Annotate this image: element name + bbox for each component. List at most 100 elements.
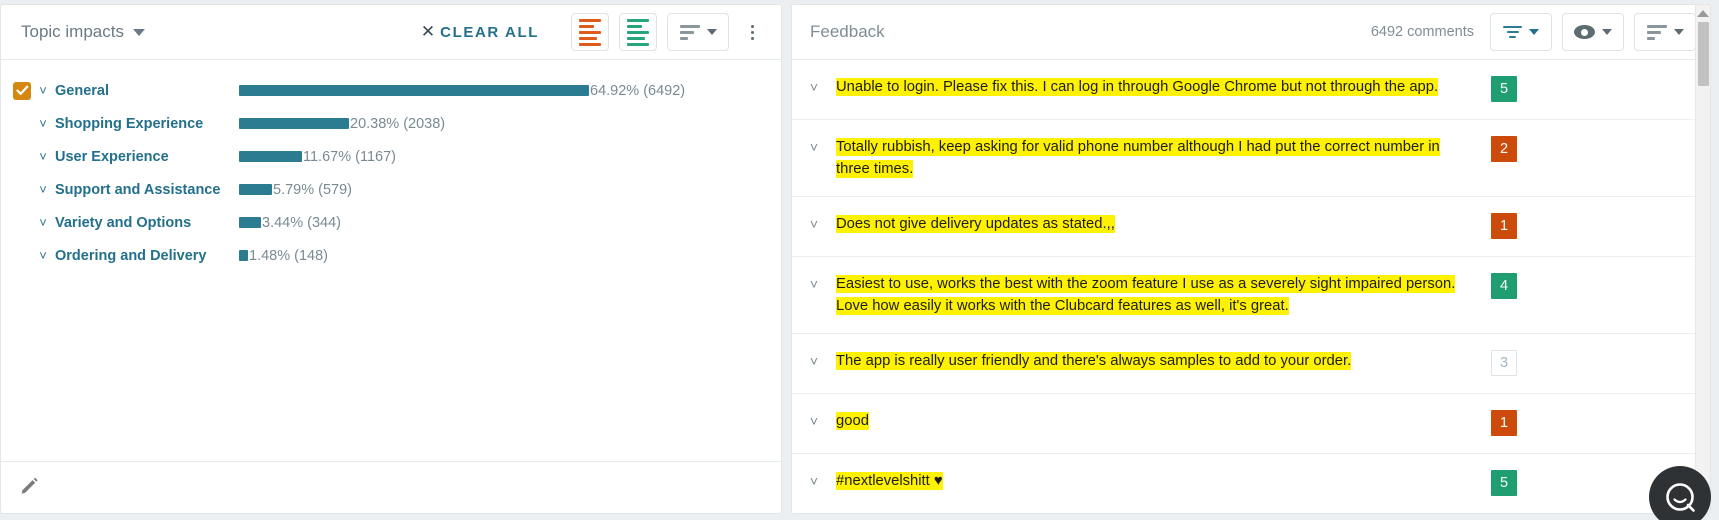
topic-row[interactable]: ˅ Shopping Experience 20.38% (2038) (1, 107, 781, 140)
topic-bar-label: 20.38% (2038) (350, 115, 446, 132)
negative-bars-icon (579, 18, 601, 46)
status-badge: 1 (1491, 213, 1517, 239)
eye-pupil (1581, 28, 1588, 36)
list-item[interactable]: ˅ Does not give delivery updates as stat… (792, 197, 1710, 257)
chevron-down-icon (1602, 29, 1612, 35)
pencil-icon[interactable] (19, 474, 41, 501)
topic-bar-wrapper: 64.92% (6492) (239, 83, 685, 99)
expand-chevron-icon[interactable]: ˅ (792, 470, 836, 491)
scroll-up-arrow[interactable] (1697, 10, 1709, 17)
topic-bar (239, 151, 302, 162)
kebab-menu-icon (750, 30, 754, 34)
chevron-down-icon (1673, 29, 1684, 35)
list-item[interactable]: ˅ Easiest to use, works the best with th… (792, 257, 1710, 334)
topic-bar (239, 217, 261, 228)
feedback-sort-button[interactable] (1634, 13, 1696, 51)
topic-label: Ordering and Delivery (55, 247, 207, 264)
topic-checkbox-general[interactable] (13, 81, 31, 100)
status-badge: 2 (1491, 136, 1517, 162)
chevron-down-icon[interactable]: ˅ (35, 150, 51, 163)
topic-bar-label: 1.48% (148) (249, 247, 328, 264)
chevron-down-icon[interactable]: ˅ (35, 117, 51, 130)
chat-widget-button[interactable] (1649, 466, 1711, 520)
clear-all-button[interactable]: ✕ CLEAR ALL (421, 22, 539, 42)
chevron-down-icon[interactable]: ˅ (35, 249, 51, 262)
status-badge: 4 (1491, 273, 1517, 299)
negative-bars-button[interactable] (571, 13, 609, 51)
filter-button[interactable] (1490, 13, 1552, 51)
topic-bar-wrapper: 20.38% (2038) (239, 116, 445, 132)
topic-row[interactable]: ˅ General 64.92% (6492) (1, 74, 781, 107)
topic-row[interactable]: ˅ Ordering and Delivery 1.48% (148) (1, 239, 781, 272)
visibility-button[interactable] (1562, 13, 1624, 51)
comment-text: #nextlevelshitt ♥ (836, 470, 1491, 492)
topic-bar (239, 250, 248, 261)
comment-highlight: Easiest to use, works the best with the … (836, 275, 1456, 315)
topic-row[interactable]: ˅ Variety and Options 3.44% (344) (1, 206, 781, 239)
clear-all-label: CLEAR ALL (440, 23, 539, 41)
expand-chevron-icon[interactable]: ˅ (792, 410, 836, 431)
topic-bar (239, 85, 589, 96)
topic-impacts-selector-label: Topic impacts (21, 22, 124, 41)
kebab-menu-button[interactable] (737, 13, 767, 51)
expand-chevron-icon[interactable]: ˅ (792, 76, 836, 97)
topic-row[interactable]: ˅ Support and Assistance 5.79% (579) (1, 173, 781, 206)
comment-text: Easiest to use, works the best with the … (836, 273, 1491, 317)
list-item[interactable]: ˅ Unable to login. Please fix this. I ca… (792, 60, 1710, 120)
chevron-down-icon (706, 29, 717, 35)
comment-highlight: Unable to login. Please fix this. I can … (836, 78, 1439, 96)
topic-impacts-chart: ˅ General 64.92% (6492) ˅ Shopping Exper… (1, 60, 781, 461)
topic-bar-label: 5.79% (579) (273, 181, 352, 198)
topic-bar-label: 64.92% (6492) (590, 82, 686, 99)
filter-funnel-icon (1503, 25, 1522, 39)
topic-bar-wrapper: 11.67% (1167) (239, 149, 396, 165)
status-badge: 5 (1491, 76, 1517, 102)
chevron-down-icon (132, 28, 145, 36)
chevron-down-icon[interactable]: ˅ (35, 84, 51, 97)
topic-label: Variety and Options (55, 214, 192, 231)
status-badge: 1 (1491, 410, 1517, 436)
topic-label: Support and Assistance (55, 181, 221, 198)
topic-impacts-toolbar: Topic impacts ✕ CLEAR ALL (1, 5, 781, 60)
scrollbar-thumb[interactable] (1697, 22, 1709, 86)
feedback-list[interactable]: ˅ Unable to login. Please fix this. I ca… (792, 60, 1710, 513)
topic-impacts-selector[interactable]: Topic impacts (21, 22, 145, 42)
chevron-down-icon[interactable]: ˅ (35, 183, 51, 196)
expand-chevron-icon[interactable]: ˅ (792, 213, 836, 234)
sort-button[interactable] (667, 13, 729, 51)
sort-descending-icon (679, 24, 700, 40)
chevron-down-icon[interactable]: ˅ (35, 216, 51, 229)
list-item[interactable]: ˅ The app is really user friendly and th… (792, 334, 1710, 394)
topic-bar-label: 3.44% (344) (262, 214, 341, 231)
topic-bar-wrapper: 3.44% (344) (239, 215, 341, 231)
comment-text: The app is really user friendly and ther… (836, 350, 1491, 372)
kebab-menu-icon (750, 36, 754, 40)
topic-rows: ˅ General 64.92% (6492) ˅ Shopping Exper… (1, 74, 781, 272)
topic-row[interactable]: ˅ User Experience 11.67% (1167) (1, 140, 781, 173)
chevron-down-icon (1529, 29, 1539, 35)
topic-bar-wrapper: 1.48% (148) (239, 248, 328, 264)
comment-text: Totally rubbish, keep asking for valid p… (836, 136, 1491, 180)
topic-impacts-panel: Topic impacts ✕ CLEAR ALL ˅ General 64.9… (0, 4, 782, 514)
comment-highlight: #nextlevelshitt ♥ (836, 472, 943, 490)
list-item[interactable]: ˅ good 1 (792, 394, 1710, 454)
expand-chevron-icon[interactable]: ˅ (792, 273, 836, 294)
positive-bars-button[interactable] (619, 13, 657, 51)
expand-chevron-icon[interactable]: ˅ (792, 136, 836, 157)
comment-highlight: good (836, 412, 869, 430)
expand-chevron-icon[interactable]: ˅ (792, 350, 836, 371)
feedback-panel: Feedback 6492 comments ˅ Unable to login… (791, 4, 1711, 514)
list-item[interactable]: ˅ Totally rubbish, keep asking for valid… (792, 120, 1710, 197)
positive-bars-icon (627, 18, 649, 46)
scrollbar[interactable] (1695, 5, 1710, 513)
topic-impacts-footer (1, 461, 781, 513)
comment-text: Unable to login. Please fix this. I can … (836, 76, 1491, 98)
feedback-title: Feedback (810, 22, 885, 41)
status-badge: 3 (1491, 350, 1517, 376)
comment-text: Does not give delivery updates as stated… (836, 213, 1491, 235)
comment-highlight: Totally rubbish, keep asking for valid p… (836, 138, 1440, 178)
list-item[interactable]: ˅ #nextlevelshitt ♥ 5 (792, 454, 1710, 513)
topic-bar (239, 184, 272, 195)
comment-highlight: The app is really user friendly and ther… (836, 352, 1352, 370)
close-icon: ✕ (420, 22, 436, 41)
